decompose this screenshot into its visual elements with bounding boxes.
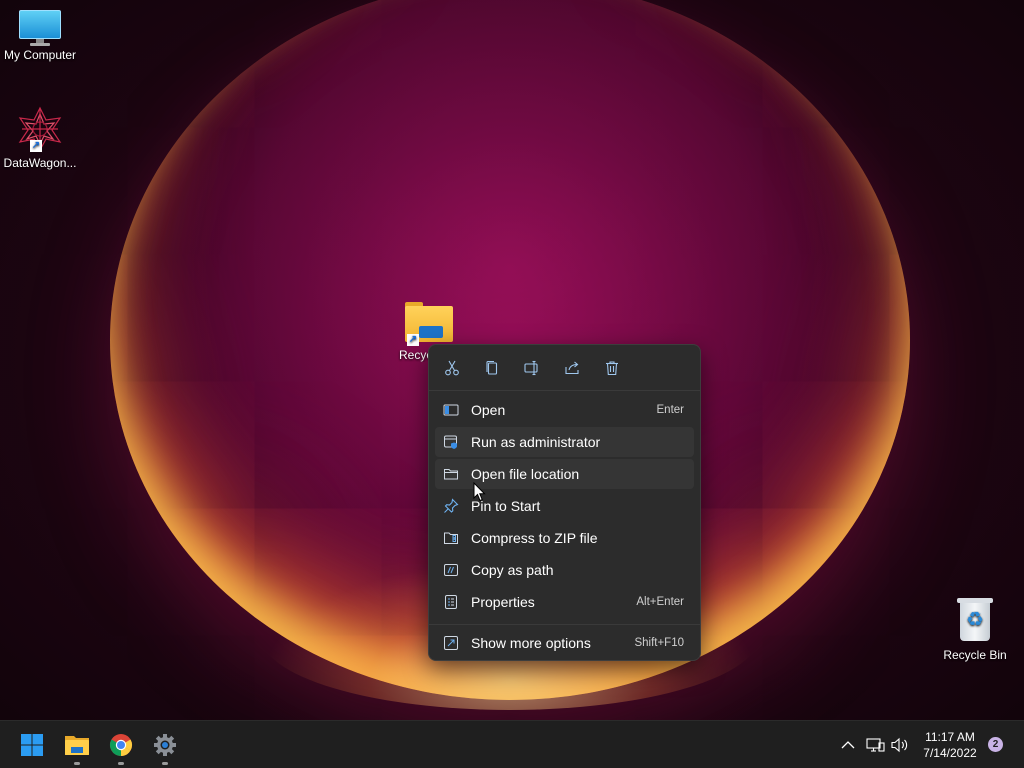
volume-icon[interactable]	[890, 735, 910, 755]
taskbar-file-explorer[interactable]	[59, 727, 95, 765]
taskbar-chrome[interactable]	[103, 727, 139, 765]
desktop-icon-my-computer[interactable]: My Computer	[0, 10, 80, 62]
copy-icon[interactable]	[479, 356, 505, 380]
menu-divider	[429, 624, 700, 625]
network-icon[interactable]	[865, 735, 885, 755]
datawagon-app-icon: ↗	[16, 106, 64, 152]
pin-icon	[443, 498, 459, 514]
taskbar-settings[interactable]	[147, 727, 183, 765]
file-explorer-icon	[65, 736, 89, 755]
monitor-icon	[19, 10, 61, 46]
chrome-icon	[110, 734, 132, 756]
start-icon	[21, 734, 43, 756]
folder-icon	[443, 466, 459, 482]
cut-icon[interactable]	[439, 356, 465, 380]
delete-icon[interactable]	[599, 356, 625, 380]
context-menu: Open Enter Run as administrator Open fil…	[428, 344, 701, 661]
desktop-icon-recycle-bin[interactable]: ♻ Recycle Bin	[935, 598, 1015, 662]
context-quick-actions	[429, 345, 700, 391]
more-options-icon	[443, 635, 459, 651]
clock-date: 7/14/2022	[923, 746, 977, 760]
properties-icon	[443, 594, 459, 610]
admin-shield-icon	[443, 434, 459, 450]
recycle-bin-icon: ♻	[957, 598, 993, 642]
folder-shortcut-icon: ↗	[405, 302, 453, 346]
zip-icon	[443, 530, 459, 546]
taskbar: 11:17 AM 7/14/2022 2	[0, 720, 1024, 768]
open-icon	[443, 402, 459, 418]
chevron-up-icon[interactable]	[838, 735, 858, 755]
rename-icon[interactable]	[519, 356, 545, 380]
menu-item-properties[interactable]: Properties Alt+Enter	[435, 587, 694, 617]
menu-item-compress-to-zip[interactable]: Compress to ZIP file	[435, 523, 694, 553]
clock-time: 11:17 AM	[925, 730, 975, 744]
menu-item-open[interactable]: Open Enter	[435, 395, 694, 425]
menu-item-run-as-administrator[interactable]: Run as administrator	[435, 427, 694, 457]
mouse-cursor-icon	[473, 482, 486, 502]
desktop-icon-label: DataWagon...	[3, 156, 77, 170]
start-button[interactable]	[14, 727, 50, 763]
settings-icon	[154, 734, 176, 756]
desktop-icon-label: My Computer	[3, 48, 77, 62]
menu-item-copy-as-path[interactable]: Copy as path	[435, 555, 694, 585]
menu-item-show-more-options[interactable]: Show more options Shift+F10	[435, 628, 694, 658]
desktop-icon-label: Recycle Bin	[943, 648, 1007, 662]
copy-path-icon	[443, 562, 459, 578]
notification-badge[interactable]: 2	[988, 737, 1003, 752]
taskbar-clock[interactable]: 11:17 AM 7/14/2022	[918, 729, 982, 761]
desktop-icon-datawagon[interactable]: ↗ DataWagon...	[0, 106, 80, 170]
share-icon[interactable]	[559, 356, 585, 380]
